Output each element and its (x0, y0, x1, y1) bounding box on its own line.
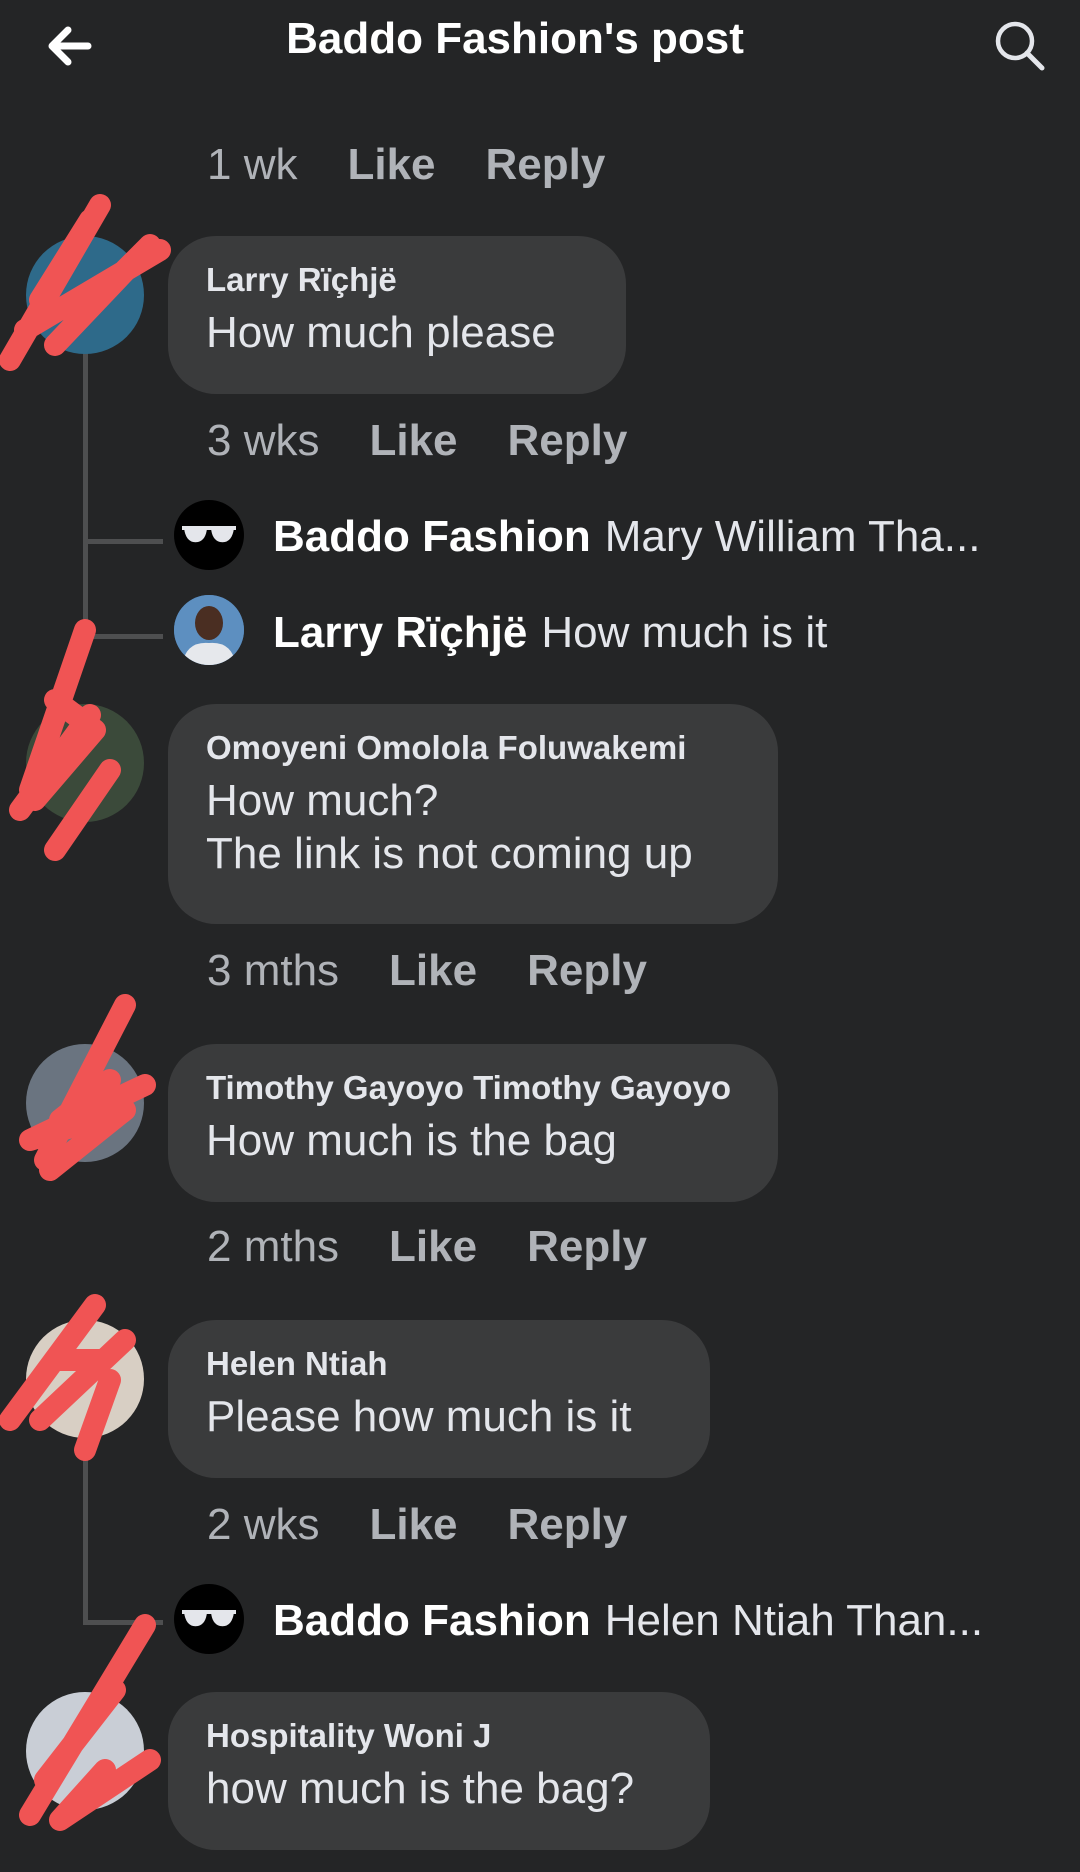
comment-text: How much? The link is not coming up (206, 776, 693, 878)
like-button[interactable]: Like (369, 1500, 457, 1550)
like-button[interactable]: Like (369, 416, 457, 466)
comment-bubble: Helen Ntiah Please how much is it (168, 1320, 710, 1478)
sunglasses-icon (182, 526, 236, 543)
comment-bubble: Larry Rïçhjë How much please (168, 236, 626, 394)
reply-button[interactable]: Reply (508, 416, 628, 466)
comment-bubble: Hospitality Woni J how much is the bag? (168, 1692, 710, 1850)
search-icon[interactable] (990, 16, 1050, 76)
comment-author[interactable]: Helen Ntiah (206, 1344, 672, 1384)
comment-bubble: Timothy Gayoyo Timothy Gayoyo How much i… (168, 1044, 778, 1202)
thread-line (83, 1422, 88, 1624)
timestamp: 2 wks (207, 1500, 320, 1549)
like-button[interactable]: Like (389, 946, 477, 996)
avatar[interactable] (26, 1044, 144, 1162)
thread-branch (83, 539, 163, 544)
reply-row[interactable]: Baddo Fashion Mary William Tha... (273, 512, 980, 562)
thread-branch (83, 1620, 163, 1625)
comment-author[interactable]: Timothy Gayoyo Timothy Gayoyo (206, 1068, 740, 1108)
sunglasses-icon (182, 1610, 236, 1627)
profile-photo (174, 595, 244, 665)
comment-text: how much is the bag? (206, 1764, 635, 1813)
comment-bubble: Omoyeni Omolola Foluwakemi How much? The… (168, 704, 778, 924)
timestamp: 3 wks (207, 416, 320, 465)
comment-meta: 2 mths Like Reply (207, 1222, 647, 1272)
comment-author[interactable]: Larry Rïçhjë (206, 260, 588, 300)
reply-text: Mary William Tha... (604, 512, 981, 561)
avatar[interactable] (174, 500, 244, 570)
timestamp: 3 mths (207, 946, 340, 995)
thread-line (83, 352, 88, 637)
avatar[interactable] (174, 1584, 244, 1654)
avatar[interactable] (26, 1692, 144, 1810)
thread-branch (83, 634, 163, 639)
comment-meta: 1 wk Like Reply (207, 140, 605, 190)
like-button[interactable]: Like (347, 140, 435, 190)
reply-button[interactable]: Reply (486, 140, 606, 190)
comment-meta: 3 wks Like Reply (207, 416, 627, 466)
avatar[interactable] (26, 1320, 144, 1438)
reply-author[interactable]: Baddo Fashion (273, 512, 591, 561)
comment-text: How much please (206, 308, 556, 357)
reply-row[interactable]: Baddo Fashion Helen Ntiah Than... (273, 1596, 983, 1646)
timestamp: 1 wk (207, 140, 298, 189)
reply-author[interactable]: Baddo Fashion (273, 1596, 591, 1645)
comment-meta: 2 wks Like Reply (207, 1500, 627, 1550)
avatar[interactable] (26, 236, 144, 354)
timestamp: 2 mths (207, 1222, 340, 1271)
avatar[interactable] (174, 595, 244, 665)
reply-text: How much is it (541, 608, 828, 657)
comment-text: Please how much is it (206, 1392, 632, 1441)
reply-button[interactable]: Reply (527, 1222, 647, 1272)
comment-author[interactable]: Omoyeni Omolola Foluwakemi (206, 728, 740, 768)
reply-text: Helen Ntiah Than... (604, 1596, 984, 1645)
reply-author[interactable]: Larry Rïçhjë (273, 608, 527, 657)
like-button[interactable]: Like (389, 1222, 477, 1272)
comment-text: How much is the bag (206, 1116, 617, 1165)
comment-author[interactable]: Hospitality Woni J (206, 1716, 672, 1756)
reply-row[interactable]: Larry Rïçhjë How much is it (273, 608, 827, 658)
reply-button[interactable]: Reply (508, 1500, 628, 1550)
avatar[interactable] (26, 704, 144, 822)
page-title: Baddo Fashion's post (286, 14, 744, 63)
comment-meta: 3 mths Like Reply (207, 946, 647, 996)
reply-button[interactable]: Reply (527, 946, 647, 996)
